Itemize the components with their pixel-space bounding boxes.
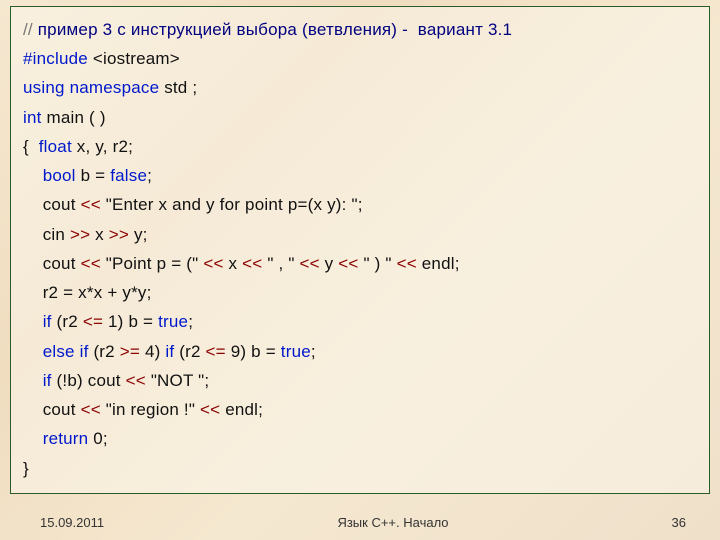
code-line: bool b = false; <box>23 161 697 190</box>
code-line: } <box>23 454 697 483</box>
code-line: #include <iostream> <box>23 44 697 73</box>
code-line: r2 = x*x + y*y; <box>23 278 697 307</box>
code-box: // пример 3 с инструкцией выбора (ветвле… <box>10 6 710 494</box>
footer-title: Язык С++. Начало <box>160 515 626 530</box>
slide-footer: 15.09.2011 Язык С++. Начало 36 <box>0 515 720 530</box>
code-line: { float x, y, r2; <box>23 132 697 161</box>
code-line: if (!b) cout << "NOT "; <box>23 366 697 395</box>
code-line: cout << "Enter x and y for point p=(x y)… <box>23 190 697 219</box>
footer-page-number: 36 <box>626 515 686 530</box>
code-line: int main ( ) <box>23 103 697 132</box>
code-line: return 0; <box>23 424 697 453</box>
code-line: using namespace std ; <box>23 73 697 102</box>
footer-date: 15.09.2011 <box>40 515 160 530</box>
code-line: else if (r2 >= 4) if (r2 <= 9) b = true; <box>23 337 697 366</box>
code-line: // пример 3 с инструкцией выбора (ветвле… <box>23 15 697 44</box>
code-line: cout << "in region !" << endl; <box>23 395 697 424</box>
code-line: cout << "Point p = (" << x << " , " << y… <box>23 249 697 278</box>
code-line: if (r2 <= 1) b = true; <box>23 307 697 336</box>
code-line: cin >> x >> y; <box>23 220 697 249</box>
